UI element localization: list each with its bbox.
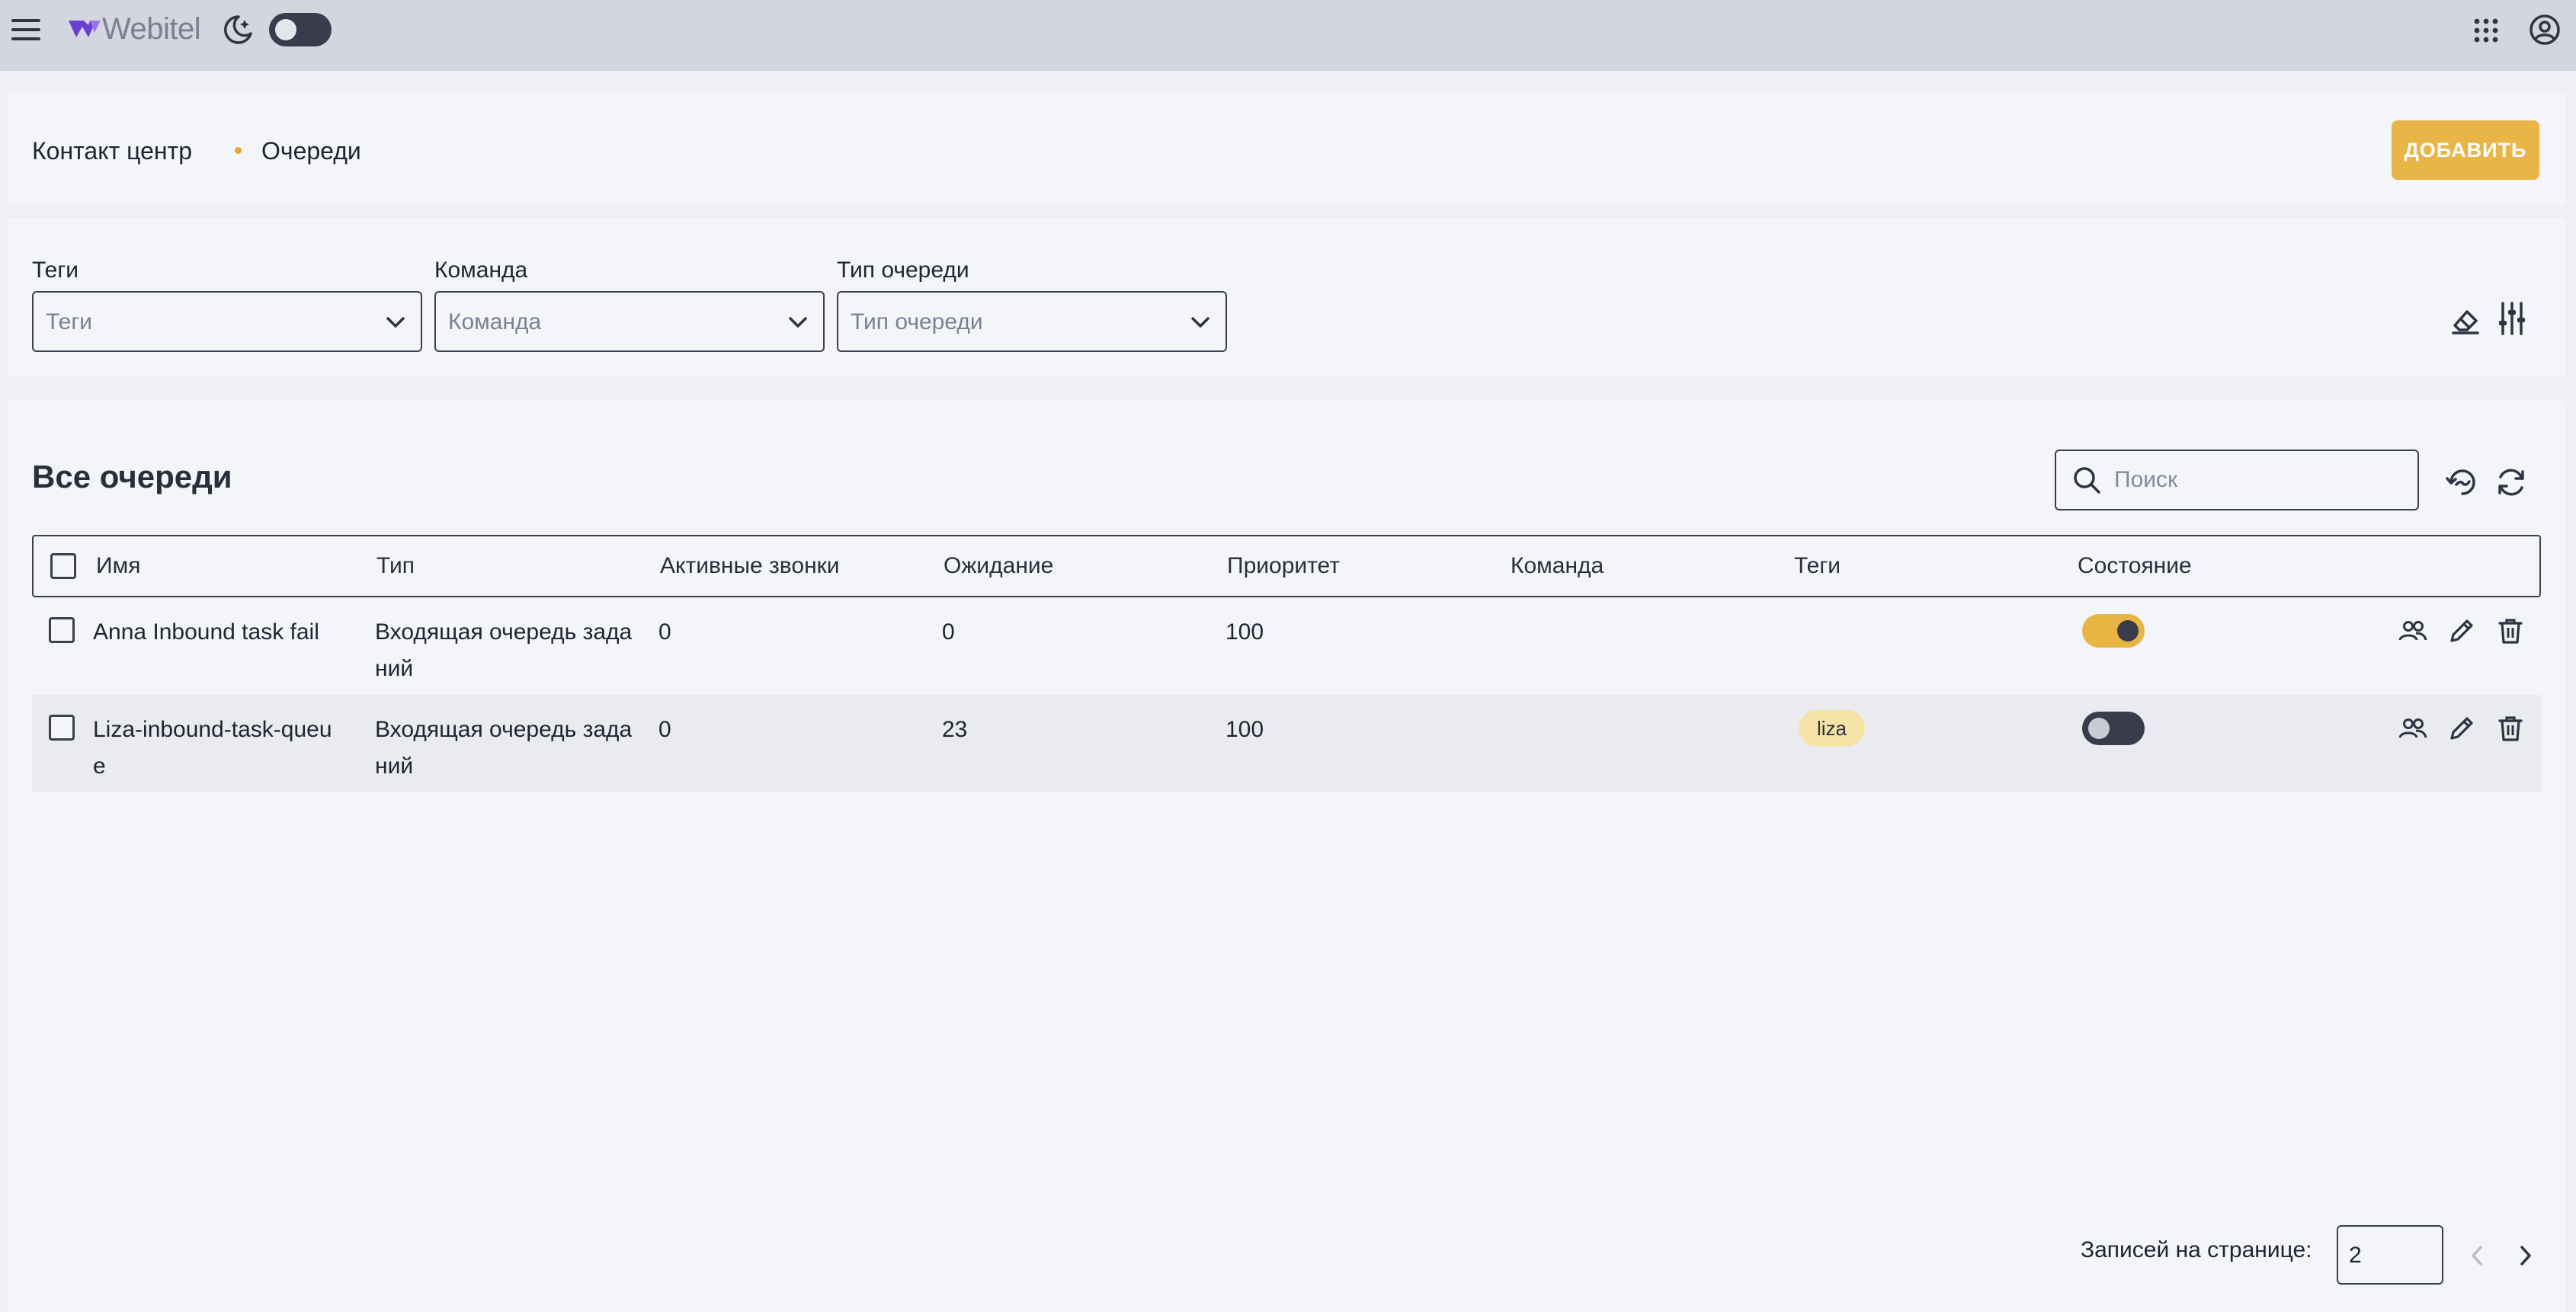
queue-name[interactable]: Anna Inbound task fail: [93, 614, 367, 651]
members-icon[interactable]: [2395, 613, 2431, 649]
breadcrumb-item-queues: Очереди: [261, 137, 361, 165]
column-header-name[interactable]: Имя: [96, 553, 140, 579]
theme-toggle[interactable]: [269, 13, 332, 46]
filter-team-label: Команда: [434, 258, 528, 283]
page-title: Все очереди: [32, 459, 232, 494]
top-bar: Webitel: [0, 0, 2576, 71]
queue-type: Входящая очередь зада ний: [375, 712, 657, 785]
eraser-icon[interactable]: [2446, 302, 2483, 338]
filter-queue-type-placeholder: Тип очереди: [851, 309, 983, 334]
history-icon[interactable]: [2443, 463, 2481, 501]
refresh-icon[interactable]: [2492, 463, 2530, 501]
search-input[interactable]: [2114, 463, 2404, 497]
apps-grid-icon[interactable]: [2469, 14, 2503, 47]
delete-icon[interactable]: [2492, 613, 2529, 649]
search-box[interactable]: [2055, 450, 2419, 510]
column-header-state[interactable]: Состояние: [2078, 553, 2192, 579]
queue-name-line: Liza-inbound-task-queu: [93, 717, 332, 742]
priority-value: 100: [1226, 717, 1264, 742]
logo-text: Webitel: [102, 12, 201, 46]
table-row: Liza-inbound-task-queu e Входящая очеред…: [32, 695, 2541, 792]
queue-type-line: ний: [375, 754, 414, 779]
chevron-right-icon[interactable]: [2510, 1239, 2541, 1272]
queue-name-line: e: [93, 754, 106, 779]
per-page-input[interactable]: [2349, 1240, 2425, 1271]
breadcrumb-item-contact-center[interactable]: Контакт центр: [32, 137, 192, 165]
members-icon[interactable]: [2395, 710, 2431, 747]
active-calls-value: 0: [658, 717, 671, 742]
queue-type: Входящая очередь зада ний: [375, 614, 657, 687]
filter-tags-select[interactable]: Теги: [32, 291, 422, 352]
column-header-tags[interactable]: Теги: [1794, 553, 1841, 579]
queues-panel: Все очереди Имя Тип Активные звонки Ожид…: [8, 401, 2565, 1312]
per-page-field[interactable]: [2337, 1225, 2443, 1285]
search-icon: [2070, 463, 2103, 497]
waiting-value: 0: [942, 619, 955, 645]
hamburger-icon[interactable]: [8, 14, 44, 46]
filter-team-select[interactable]: Команда: [434, 291, 825, 352]
tag-chip: liza: [1799, 710, 1866, 747]
column-header-priority[interactable]: Приоритет: [1227, 553, 1340, 579]
state-toggle-knob: [2088, 718, 2110, 739]
filter-team-placeholder: Команда: [448, 309, 542, 334]
filter-queue-type-select[interactable]: Тип очереди: [837, 291, 1227, 352]
chevron-down-icon: [1189, 311, 1212, 338]
chevron-left-icon[interactable]: [2462, 1239, 2492, 1272]
priority-value: 100: [1226, 619, 1264, 645]
table-row: Anna Inbound task fail Входящая очередь …: [32, 597, 2541, 695]
breadcrumb-bar: Контакт центр Очереди ДОБАВИТЬ: [8, 93, 2565, 206]
delete-icon[interactable]: [2492, 710, 2529, 747]
column-header-team[interactable]: Команда: [1511, 553, 1604, 579]
edit-icon[interactable]: [2443, 710, 2480, 747]
theme-toggle-knob: [275, 19, 296, 40]
active-calls-value: 0: [658, 619, 671, 645]
column-header-active-calls[interactable]: Активные звонки: [660, 553, 840, 579]
filters-panel: Теги Теги Команда Команда Тип очереди Ти…: [8, 218, 2565, 376]
queue-type-line: Входящая очередь зада: [375, 717, 633, 742]
row-checkbox[interactable]: [49, 617, 75, 643]
filter-tags-label: Теги: [32, 258, 79, 283]
edit-icon[interactable]: [2443, 613, 2480, 649]
select-all-checkbox[interactable]: [50, 553, 76, 579]
waiting-value: 23: [942, 717, 968, 742]
state-toggle[interactable]: [2082, 712, 2145, 745]
queue-type-line: Входящая очередь зада: [375, 619, 633, 645]
row-checkbox[interactable]: [49, 715, 75, 741]
state-toggle-knob: [2117, 620, 2139, 642]
add-button[interactable]: ДОБАВИТЬ: [2392, 120, 2539, 180]
column-header-waiting[interactable]: Ожидание: [944, 553, 1053, 579]
column-settings-icon[interactable]: [2494, 299, 2530, 338]
moon-icon: [219, 12, 256, 47]
chevron-down-icon: [384, 311, 407, 338]
state-toggle[interactable]: [2082, 614, 2145, 648]
user-circle-icon[interactable]: [2527, 12, 2562, 47]
table-header: Имя Тип Активные звонки Ожидание Приорит…: [32, 535, 2541, 597]
queue-type-line: ний: [375, 656, 414, 681]
breadcrumb-separator: [235, 147, 242, 154]
filter-tags-placeholder: Теги: [46, 309, 93, 334]
queue-name-line: Anna Inbound task fail: [93, 619, 319, 645]
filter-queue-type-label: Тип очереди: [837, 258, 969, 283]
queue-name[interactable]: Liza-inbound-task-queu e: [93, 712, 367, 785]
webitel-logo-icon: [67, 15, 102, 43]
chevron-down-icon: [787, 311, 809, 338]
column-header-type[interactable]: Тип: [376, 553, 415, 579]
per-page-label: Записей на странице:: [2081, 1237, 2312, 1262]
